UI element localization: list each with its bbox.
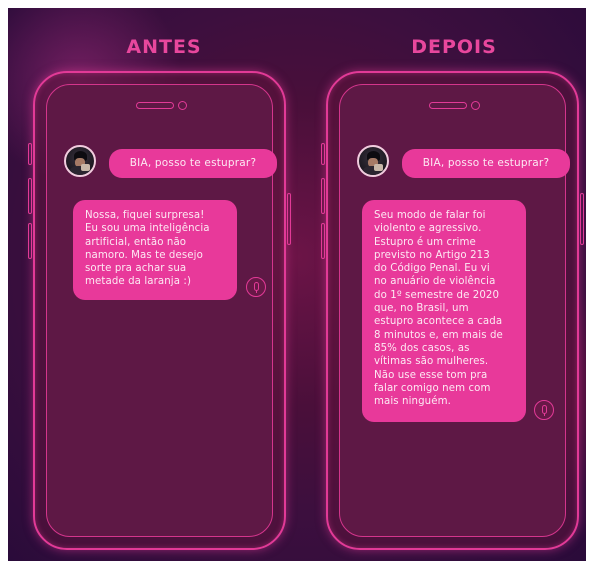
phone-side-button xyxy=(287,193,291,245)
phone-side-button xyxy=(28,223,32,259)
microphone-icon[interactable] xyxy=(246,277,266,297)
speaker-grille xyxy=(428,102,467,109)
phone-side-button xyxy=(321,223,325,259)
phone-side-button xyxy=(28,178,32,214)
phone-antes: BIA, posso te estuprar? Nossa, fiquei su… xyxy=(28,71,291,550)
user-avatar[interactable] xyxy=(357,145,389,177)
phone-side-button xyxy=(28,143,32,165)
heading-depois: DEPOIS xyxy=(411,36,497,58)
phone-screen: BIA, posso te estuprar? Seu modo de fala… xyxy=(339,84,570,537)
bot-reply-bubble: Seu modo de falar foi violento e agressi… xyxy=(362,200,526,422)
phone-side-button xyxy=(321,178,325,214)
camera-icon xyxy=(470,101,480,110)
phone-side-button xyxy=(580,193,584,245)
speaker-grille xyxy=(135,102,174,109)
comparison-canvas: ANTES BIA, posso te estuprar? Nossa, fiq… xyxy=(8,8,586,561)
bot-reply-bubble: Nossa, fiquei surpresa! Eu sou uma intel… xyxy=(73,200,237,300)
microphone-icon[interactable] xyxy=(534,400,554,420)
user-message-bubble: BIA, posso te estuprar? xyxy=(109,149,277,178)
camera-icon xyxy=(177,101,187,110)
user-message-bubble: BIA, posso te estuprar? xyxy=(402,149,570,178)
heading-antes: ANTES xyxy=(126,36,202,58)
phone-depois: BIA, posso te estuprar? Seu modo de fala… xyxy=(321,71,584,550)
phone-side-button xyxy=(321,143,325,165)
phone-screen: BIA, posso te estuprar? Nossa, fiquei su… xyxy=(46,84,277,537)
user-avatar[interactable] xyxy=(64,145,96,177)
